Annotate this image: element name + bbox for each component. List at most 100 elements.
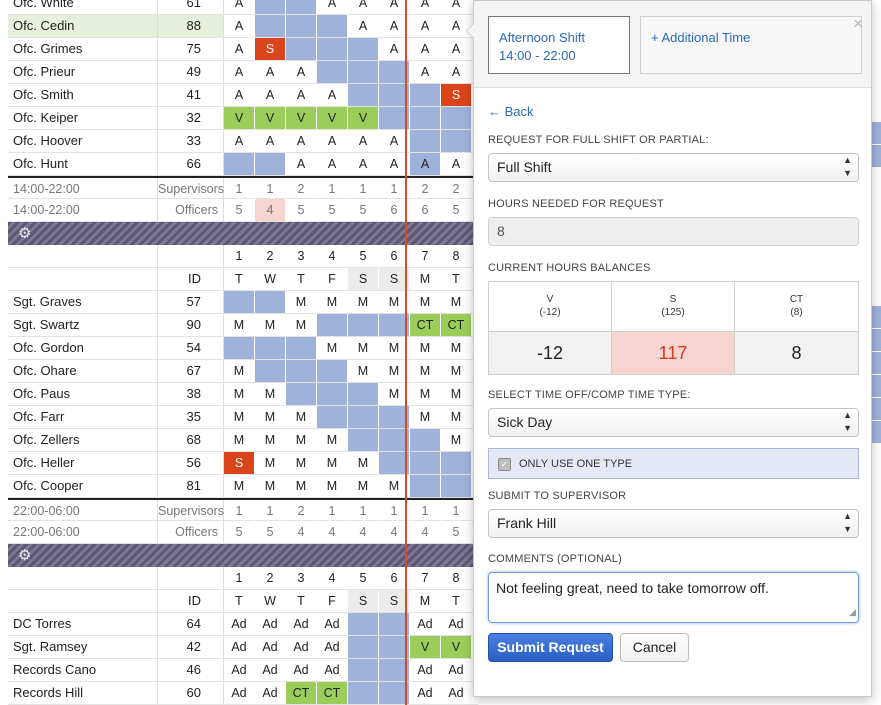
schedule-cell[interactable]: M — [286, 291, 317, 313]
schedule-cell[interactable]: M — [441, 337, 472, 359]
officer-name[interactable]: Ofc. Cedin — [8, 15, 158, 37]
schedule-cell[interactable]: V — [224, 107, 255, 129]
schedule-cell[interactable] — [317, 61, 348, 83]
schedule-cell[interactable] — [410, 107, 441, 129]
schedule-cell[interactable]: Ad — [255, 636, 286, 658]
schedule-cell[interactable]: V — [317, 107, 348, 129]
schedule-cell[interactable]: A — [348, 153, 379, 175]
schedule-cell[interactable]: Ad — [317, 659, 348, 681]
schedule-cell[interactable]: A — [441, 0, 472, 14]
schedule-cell[interactable]: A — [224, 15, 255, 37]
schedule-cell[interactable]: M — [441, 383, 472, 405]
schedule-cell[interactable]: S — [224, 452, 255, 474]
officer-name[interactable]: Sgt. Ramsey — [8, 636, 158, 658]
schedule-cell[interactable] — [317, 38, 348, 60]
schedule-cell[interactable] — [317, 383, 348, 405]
schedule-cell[interactable]: CT — [317, 682, 348, 704]
schedule-cell[interactable]: Ad — [286, 636, 317, 658]
schedule-cell[interactable]: A — [348, 0, 379, 14]
officer-name[interactable]: Ofc. Keiper — [8, 107, 158, 129]
schedule-cell[interactable]: M — [441, 291, 472, 313]
schedule-cell[interactable] — [255, 15, 286, 37]
officer-name[interactable]: Sgt. Graves — [8, 291, 158, 313]
schedule-cell[interactable]: M — [441, 360, 472, 382]
schedule-cell[interactable] — [317, 360, 348, 382]
schedule-cell[interactable]: Ad — [317, 636, 348, 658]
schedule-cell[interactable]: M — [441, 406, 472, 428]
schedule-cell[interactable]: M — [317, 337, 348, 359]
officer-name[interactable]: Records Cano — [8, 659, 158, 681]
schedule-cell[interactable] — [348, 383, 379, 405]
schedule-cell[interactable] — [286, 360, 317, 382]
schedule-cell[interactable]: M — [410, 383, 441, 405]
schedule-cell[interactable]: A — [224, 130, 255, 152]
schedule-cell[interactable]: A — [224, 84, 255, 106]
schedule-cell[interactable] — [255, 153, 286, 175]
schedule-cell[interactable]: A — [410, 153, 441, 175]
schedule-cell[interactable]: M — [224, 360, 255, 382]
schedule-cell[interactable]: M — [348, 291, 379, 313]
schedule-cell[interactable]: M — [317, 452, 348, 474]
schedule-cell[interactable] — [224, 291, 255, 313]
submit-request-button[interactable]: Submit Request — [488, 633, 613, 662]
schedule-cell[interactable]: V — [286, 107, 317, 129]
schedule-cell[interactable]: Ad — [410, 682, 441, 704]
schedule-cell[interactable]: Ad — [441, 659, 472, 681]
officer-name[interactable]: Ofc. Smith — [8, 84, 158, 106]
supervisor-select[interactable]: Frank Hill ▲ ▼ — [488, 509, 859, 538]
only-one-type-checkbox-row[interactable]: ✓ ONLY USE ONE TYPE — [488, 448, 859, 479]
schedule-cell[interactable]: A — [348, 15, 379, 37]
schedule-cell[interactable]: M — [410, 337, 441, 359]
officer-name[interactable]: Ofc. Hoover — [8, 130, 158, 152]
schedule-cell[interactable] — [348, 613, 379, 635]
schedule-cell[interactable]: S — [441, 84, 472, 106]
schedule-cell[interactable] — [348, 659, 379, 681]
schedule-cell[interactable]: Ad — [441, 682, 472, 704]
officer-name[interactable]: Ofc. Ohare — [8, 360, 158, 382]
schedule-cell[interactable]: M — [286, 452, 317, 474]
schedule-cell[interactable] — [255, 360, 286, 382]
close-icon[interactable]: × — [853, 15, 863, 32]
schedule-cell[interactable] — [441, 452, 472, 474]
schedule-cell[interactable]: A — [286, 84, 317, 106]
schedule-cell[interactable] — [441, 107, 472, 129]
schedule-cell[interactable]: M — [410, 360, 441, 382]
schedule-cell[interactable] — [348, 84, 379, 106]
schedule-cell[interactable] — [348, 682, 379, 704]
schedule-cell[interactable] — [286, 15, 317, 37]
schedule-cell[interactable]: A — [441, 38, 472, 60]
schedule-cell[interactable]: M — [255, 475, 286, 497]
officer-name[interactable]: DC Torres — [8, 613, 158, 635]
schedule-cell[interactable]: A — [224, 0, 255, 14]
schedule-cell[interactable]: A — [255, 61, 286, 83]
schedule-cell[interactable]: M — [224, 475, 255, 497]
schedule-cell[interactable] — [317, 314, 348, 336]
schedule-cell[interactable] — [348, 314, 379, 336]
schedule-cell[interactable]: Ad — [255, 682, 286, 704]
schedule-cell[interactable]: M — [317, 291, 348, 313]
schedule-cell[interactable]: A — [224, 61, 255, 83]
schedule-cell[interactable]: M — [224, 314, 255, 336]
officer-name[interactable]: Ofc. Cooper — [8, 475, 158, 497]
schedule-cell[interactable] — [286, 38, 317, 60]
schedule-cell[interactable]: Ad — [255, 613, 286, 635]
officer-name[interactable]: Records Hill — [8, 682, 158, 704]
schedule-cell[interactable]: M — [441, 429, 472, 451]
schedule-cell[interactable]: V — [348, 107, 379, 129]
schedule-cell[interactable]: A — [410, 0, 441, 14]
gear-icon[interactable]: ⚙ — [18, 547, 31, 564]
checkbox-checked-icon[interactable]: ✓ — [498, 458, 511, 471]
schedule-cell[interactable] — [224, 153, 255, 175]
schedule-cell[interactable]: M — [224, 406, 255, 428]
schedule-cell[interactable]: A — [255, 84, 286, 106]
schedule-cell[interactable]: M — [224, 383, 255, 405]
schedule-cell[interactable]: CT — [410, 314, 441, 336]
schedule-cell[interactable]: A — [224, 38, 255, 60]
time-off-type-select[interactable]: Sick Day ▲ ▼ — [488, 408, 859, 437]
schedule-cell[interactable]: Ad — [224, 682, 255, 704]
schedule-cell[interactable]: A — [286, 130, 317, 152]
schedule-cell[interactable]: Ad — [224, 613, 255, 635]
schedule-cell[interactable] — [441, 475, 472, 497]
schedule-cell[interactable] — [286, 337, 317, 359]
schedule-cell[interactable]: M — [286, 406, 317, 428]
